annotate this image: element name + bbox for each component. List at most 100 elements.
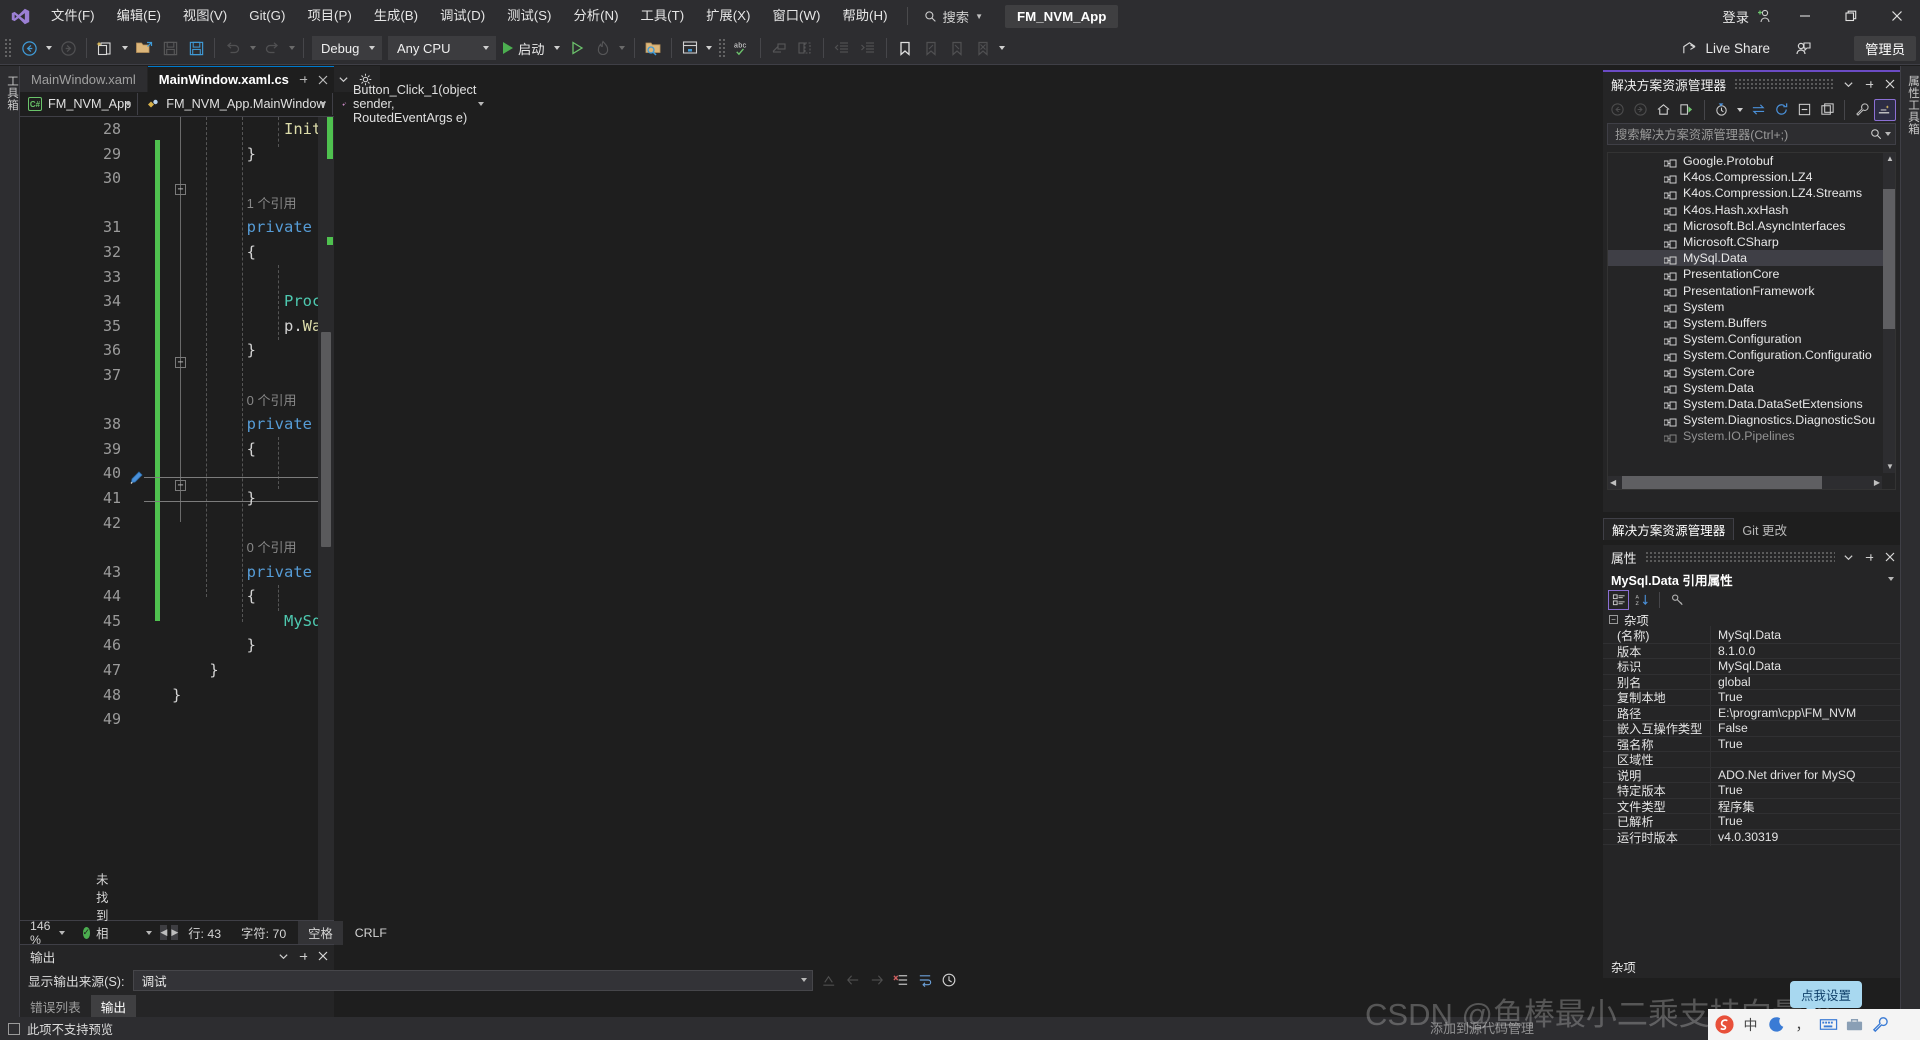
toggle-bookmark-button[interactable]	[892, 35, 918, 61]
go-to-next-message-button[interactable]	[869, 970, 885, 991]
code-editor[interactable]: − − − 28 29 30 31 32 33 34 35 36 37 38 3…	[20, 117, 334, 920]
restore-button[interactable]	[1828, 0, 1874, 32]
clear-output-button[interactable]	[893, 970, 909, 991]
menu-project[interactable]: 项目(P)	[296, 0, 362, 32]
se-switch-view-button[interactable]	[1676, 99, 1698, 121]
codelens-line-38[interactable]: 0 个引用	[172, 388, 334, 413]
solution-configuration-combo[interactable]: Debug	[312, 36, 382, 60]
save-all-button[interactable]	[183, 35, 209, 61]
se-pending-changes-button[interactable]	[1711, 99, 1733, 121]
redo-dropdown[interactable]	[285, 35, 298, 61]
ime-moon-icon[interactable]	[1765, 1013, 1788, 1036]
property-value[interactable]: MySql.Data	[1711, 659, 1900, 673]
comment-selection-button[interactable]	[766, 35, 792, 61]
ime-chinese-mode-icon[interactable]: 中	[1739, 1013, 1762, 1036]
uncomment-selection-button[interactable]	[792, 35, 818, 61]
property-value[interactable]: 程序集	[1711, 797, 1900, 815]
tree-reference-item[interactable]: System	[1608, 299, 1895, 315]
scrollbar-thumb[interactable]	[321, 332, 331, 547]
property-value[interactable]: True	[1711, 690, 1900, 704]
se-back-button[interactable]	[1607, 99, 1629, 121]
undo-button[interactable]	[220, 35, 246, 61]
open-file-button[interactable]	[131, 35, 157, 61]
sogou-logo-icon[interactable]	[1713, 1013, 1736, 1036]
menu-build[interactable]: 生成(B)	[363, 0, 429, 32]
tree-reference-item[interactable]: Microsoft.Bcl.AsyncInterfaces	[1608, 218, 1895, 234]
navigate-backward-dropdown[interactable]	[42, 35, 55, 61]
tree-reference-item[interactable]: K4os.Compression.LZ4	[1608, 169, 1895, 185]
menu-debug[interactable]: 调试(D)	[429, 0, 496, 32]
close-icon[interactable]	[1885, 79, 1895, 89]
editor-tab-mainwindow-xaml-cs[interactable]: MainWindow.xaml.cs	[147, 66, 340, 92]
hot-reload-dropdown[interactable]	[616, 35, 629, 61]
next-bookmark-button[interactable]	[944, 35, 970, 61]
tree-reference-item[interactable]: System.Data	[1608, 380, 1895, 396]
menu-file[interactable]: 文件(F)	[40, 0, 106, 32]
se-preview-selected-items-button[interactable]	[1874, 98, 1896, 121]
collapse-category-icon[interactable]: −	[1609, 615, 1618, 624]
ime-punctuation-icon[interactable]: ，	[1791, 1013, 1814, 1036]
navbar-member-combo[interactable]: Button_Click_1(object sender, RoutedEven…	[333, 83, 490, 125]
editor-tab-mainwindow-xaml[interactable]: MainWindow.xaml	[20, 66, 148, 92]
new-project-button[interactable]	[92, 35, 118, 61]
tree-reference-item[interactable]: System.Core	[1608, 363, 1895, 379]
toolbar-grip-handle[interactable]	[4, 38, 13, 58]
close-icon[interactable]	[1885, 552, 1895, 562]
menu-edit[interactable]: 编辑(E)	[106, 0, 172, 32]
tree-reference-item[interactable]: PresentationCore	[1608, 266, 1895, 282]
code-surface[interactable]: − − − 28 29 30 31 32 33 34 35 36 37 38 3…	[20, 117, 334, 920]
solution-explorer-tree[interactable]: Google.Protobuf K4os.Compression.LZ4 K4o…	[1607, 152, 1896, 490]
live-share-button[interactable]: Live Share	[1681, 32, 1770, 65]
menu-analyze[interactable]: 分析(N)	[562, 0, 629, 32]
properties-object-selector[interactable]: MySql.Data 引用属性	[1603, 569, 1900, 589]
menu-window[interactable]: 窗口(W)	[761, 0, 831, 32]
chevron-down-icon[interactable]	[146, 930, 153, 935]
property-pages-button[interactable]	[1667, 590, 1688, 610]
pin-icon[interactable]	[298, 951, 309, 962]
tab-error-list[interactable]: 错误列表	[20, 995, 91, 1017]
menu-tools[interactable]: 工具(T)	[630, 0, 696, 32]
global-search-box[interactable]: 搜索 ▼	[916, 4, 992, 28]
chevron-down-icon[interactable]	[278, 951, 289, 962]
tree-reference-item[interactable]: System.Data.DataSetExtensions	[1608, 396, 1895, 412]
sign-in-button[interactable]: 登录	[1712, 7, 1782, 26]
spell-check-button[interactable]: abc	[729, 35, 755, 61]
dock-tab-git-changes[interactable]: Git 更改	[1734, 518, 1795, 540]
se-sync-with-active-doc-button[interactable]	[1747, 99, 1769, 121]
se-refresh-button[interactable]	[1770, 99, 1792, 121]
property-row[interactable]: 运行时版本 v4.0.30319	[1603, 827, 1900, 846]
scrollbar-thumb[interactable]	[1883, 189, 1895, 329]
se-collapse-all-button[interactable]	[1793, 99, 1815, 121]
start-without-debugging-button[interactable]	[564, 35, 590, 61]
chevron-down-icon[interactable]	[1843, 79, 1854, 90]
tree-reference-item[interactable]: Google.Protobuf	[1608, 153, 1895, 169]
scroll-left-arrow-icon[interactable]: ◀	[1610, 479, 1616, 487]
toolbar-grip-handle-2[interactable]	[717, 38, 727, 58]
ime-settings-wrench-icon[interactable]	[1869, 1013, 1892, 1036]
pin-icon[interactable]	[1864, 79, 1875, 90]
window-layout-button[interactable]	[677, 35, 703, 61]
scroll-left-arrow[interactable]: ◀	[160, 925, 168, 940]
codelens-reference-count[interactable]: 1 个引用	[247, 196, 297, 211]
property-value[interactable]: ADO.Net driver for MySQ	[1711, 768, 1900, 782]
navigate-backward-button[interactable]	[16, 35, 42, 61]
solution-explorer-search-input[interactable]: 搜索解决方案资源管理器(Ctrl+;)	[1607, 123, 1896, 145]
ime-toolbox-icon[interactable]	[1843, 1013, 1866, 1036]
codelens-line-43[interactable]: 0 个引用	[172, 535, 334, 560]
menu-help[interactable]: 帮助(H)	[831, 0, 898, 32]
account-manager-button[interactable]	[1794, 40, 1812, 63]
close-tab-icon[interactable]	[318, 75, 328, 85]
start-debug-button[interactable]: 启动	[499, 35, 551, 61]
select-process-button[interactable]	[640, 35, 666, 61]
minimize-button[interactable]	[1782, 0, 1828, 32]
toggle-timestamp-button[interactable]	[941, 970, 957, 991]
categorized-view-button[interactable]	[1608, 590, 1629, 610]
se-horizontal-scrollbar[interactable]: ◀ ▶	[1608, 476, 1882, 489]
clear-bookmarks-button[interactable]	[970, 35, 996, 61]
menu-extensions[interactable]: 扩展(X)	[695, 0, 761, 32]
chevron-down-icon[interactable]	[1843, 552, 1854, 563]
panel-drag-dots[interactable]	[1734, 79, 1835, 89]
redo-button[interactable]	[259, 35, 285, 61]
tree-reference-item[interactable]: K4os.Compression.LZ4.Streams	[1608, 185, 1895, 201]
navbar-project-combo[interactable]: C# FM_NVM_App	[20, 93, 139, 115]
